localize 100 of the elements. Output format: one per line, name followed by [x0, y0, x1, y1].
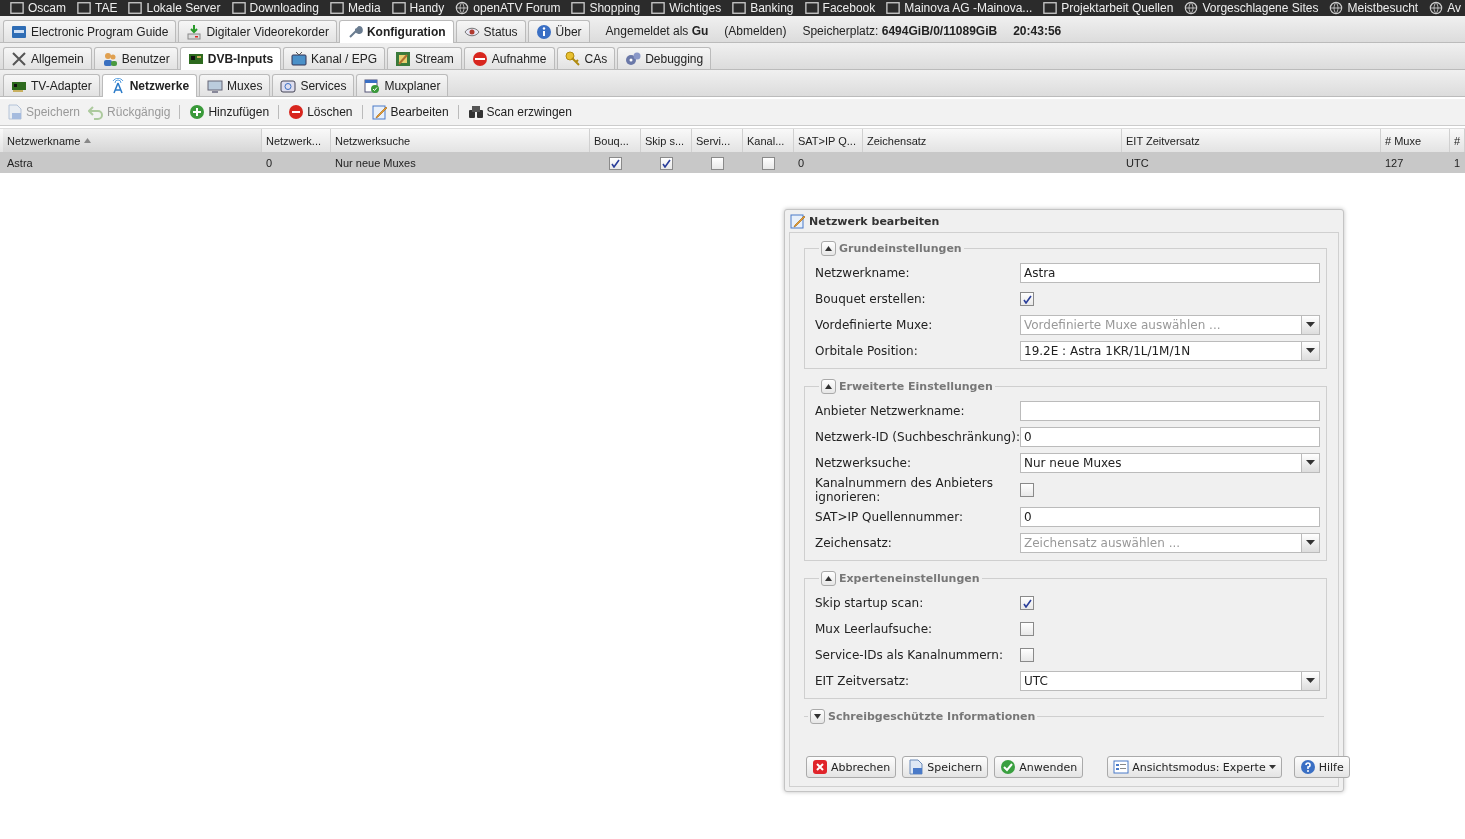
sub-tab[interactable]: Netzwerke [101, 74, 198, 97]
bookmark-label[interactable]: Banking [750, 1, 794, 15]
dropdown-arrow-icon [1306, 348, 1315, 354]
sub-tab[interactable]: TV-Adapter [3, 74, 100, 96]
download-icon [186, 23, 203, 40]
dropdown-button[interactable] [1301, 454, 1319, 472]
dropdown-arrow-icon [1306, 540, 1315, 546]
cancel-button[interactable]: Abbrechen [806, 756, 897, 778]
apply-button[interactable]: Anwenden [994, 756, 1084, 778]
config-tab[interactable]: DVB-Inputs [179, 47, 282, 70]
logout-link[interactable]: (Abmelden) [724, 24, 787, 38]
main-tab[interactable]: Status [455, 20, 526, 42]
view-mode-button[interactable]: Ansichtsmodus: Experte [1107, 756, 1282, 778]
column-header[interactable]: Netzwerksuche [331, 129, 590, 152]
bookmark-label[interactable]: Downloading [249, 1, 319, 15]
toolbar-button[interactable]: Hinzufügen [187, 104, 272, 120]
checkbox[interactable] [1020, 596, 1034, 610]
column-header[interactable]: # [1450, 129, 1465, 152]
toolbar-button[interactable]: Löschen [286, 104, 355, 120]
column-header[interactable]: Bouq... [590, 129, 641, 152]
checkbox[interactable] [1020, 483, 1034, 497]
dialog-title: Netzwerk bearbeiten [809, 214, 940, 228]
help-button[interactable]: Hilfe [1293, 756, 1350, 778]
bookmark-label[interactable]: Vorgeschlagene Sites [1202, 1, 1319, 15]
table-cell-text: Astra [6, 156, 34, 171]
dropdown[interactable]: Nur neue Muxes [1020, 453, 1320, 473]
sub-tab[interactable]: Services [272, 74, 355, 96]
checkbox[interactable] [609, 156, 622, 170]
gears-icon [625, 50, 642, 67]
table-cell-text: Nur neue Muxes [334, 156, 417, 171]
column-header[interactable]: EIT Zeitversatz [1122, 129, 1381, 152]
config-tab[interactable]: CAs [556, 47, 616, 69]
dropdown-button[interactable] [1301, 316, 1319, 334]
checkbox[interactable] [660, 156, 673, 170]
record-icon [471, 50, 488, 67]
text-field[interactable]: 0 [1020, 427, 1320, 447]
config-tab[interactable]: Stream [387, 47, 462, 69]
config-tab[interactable]: Allgemein [3, 47, 92, 69]
bookmark-label[interactable]: Handy [409, 1, 445, 15]
bookmark-label[interactable]: TAE [95, 1, 118, 15]
config-tab[interactable]: Aufnahme [463, 47, 555, 69]
text-field[interactable]: Astra [1020, 263, 1320, 283]
bookmark-label[interactable]: Lokale Server [146, 1, 221, 15]
bookmark-label[interactable]: Mainova AG -Mainova... [904, 1, 1033, 15]
dropdown[interactable]: UTC [1020, 671, 1320, 691]
main-tab[interactable]: Konfiguration [338, 20, 454, 43]
sub-tab[interactable]: Muxes [199, 74, 271, 96]
main-tab[interactable]: Electronic Program Guide [3, 20, 177, 42]
collapse-arrow-icon [825, 246, 832, 251]
collapse-toggle[interactable] [821, 379, 836, 394]
config-tab[interactable]: Kanal / EPG [283, 47, 386, 69]
dropdown[interactable]: 19.2E : Astra 1KR/1L/1M/1N [1020, 341, 1320, 361]
column-header[interactable]: Servi... [692, 129, 743, 152]
text-field[interactable] [1020, 401, 1320, 421]
dropdown-arrow-icon [1306, 678, 1315, 684]
save-button[interactable]: Speichern [902, 756, 989, 778]
caret-icon [1268, 765, 1276, 769]
column-header[interactable]: Skip s... [641, 129, 692, 152]
bookmark-label[interactable]: Media [347, 1, 381, 15]
config-tab[interactable]: Benutzer [93, 47, 178, 69]
column-header[interactable]: SAT>IP Q... [794, 129, 863, 152]
main-tab[interactable]: Digitaler Videorekorder [178, 20, 337, 42]
bookmark-label[interactable]: openATV Forum [473, 1, 561, 15]
section-title: Grundeinstellungen [839, 242, 962, 255]
bookmark-label[interactable]: Meistbesucht [1347, 1, 1419, 15]
column-header[interactable]: # Muxe [1381, 129, 1450, 152]
checkbox[interactable] [762, 156, 775, 170]
dropdown-button[interactable] [1301, 672, 1319, 690]
clock-text: 20:43:56 [1013, 24, 1062, 38]
bookmark-label[interactable]: Oscam [28, 1, 66, 15]
checkbox[interactable] [1020, 648, 1034, 662]
column-header[interactable]: Kanal... [743, 129, 794, 152]
bookmark-label[interactable]: Facebook [822, 1, 876, 15]
main-tab[interactable]: Über [527, 20, 590, 42]
column-header[interactable]: Netzwerkname [3, 129, 262, 152]
collapse-arrow-icon [825, 576, 832, 581]
checkbox[interactable] [1020, 292, 1034, 306]
bookmark-label[interactable]: Av [1447, 1, 1461, 15]
collapse-toggle[interactable] [821, 241, 836, 256]
field-label: Orbitale Position: [815, 344, 919, 358]
toolbar-button[interactable]: Bearbeiten [369, 104, 451, 120]
collapse-toggle[interactable] [821, 571, 836, 586]
text-field[interactable]: 0 [1020, 507, 1320, 527]
column-header[interactable]: Netzwerk... [262, 129, 331, 152]
binoculars-icon [467, 104, 484, 120]
field-label: SAT>IP Quellennummer: [815, 510, 964, 524]
bookmark-label[interactable]: Shopping [589, 1, 641, 15]
dropdown-button[interactable] [1301, 342, 1319, 360]
bookmark-label[interactable]: Projektarbeit Quellen [1061, 1, 1174, 15]
checkbox[interactable] [711, 156, 724, 170]
toolbar-button[interactable]: Scan erzwingen [465, 104, 574, 120]
collapse-toggle[interactable] [810, 709, 825, 724]
dropdown-button[interactable] [1301, 534, 1319, 552]
sub-tab[interactable]: Muxplaner [356, 74, 449, 96]
field-label: Zeichensatz: [815, 536, 893, 550]
config-tab[interactable]: Debugging [617, 47, 712, 69]
bookmark-label[interactable]: Wichtiges [669, 1, 722, 15]
checkbox[interactable] [1020, 622, 1034, 636]
key-icon [564, 50, 581, 67]
column-header[interactable]: Zeichensatz [863, 129, 1122, 152]
